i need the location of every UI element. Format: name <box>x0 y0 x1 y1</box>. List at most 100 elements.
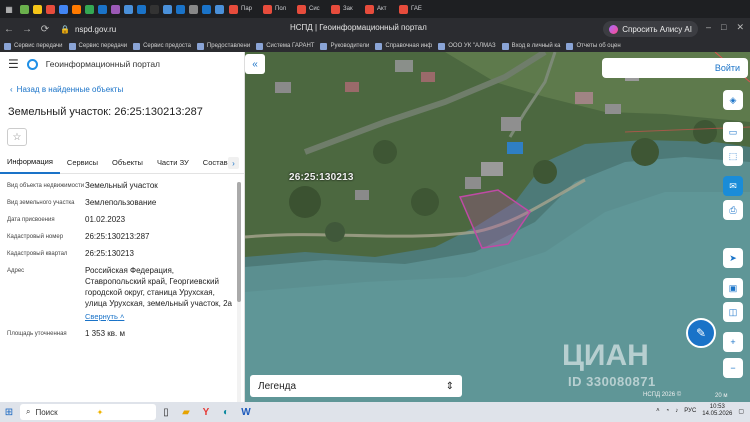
tab-info[interactable]: Информация <box>0 152 60 174</box>
taskbar-search[interactable]: ⌕ Поиск ✦ <box>20 404 156 420</box>
tab-favicon-icon <box>59 4 68 14</box>
map-copyright: НСПД 2026 © <box>643 392 682 398</box>
url-text: nspd.gov.ru <box>74 24 117 34</box>
browser-tab[interactable] <box>83 2 96 16</box>
tabs-next-icon[interactable]: › <box>228 157 239 169</box>
browser-tab[interactable]: Сис <box>294 2 328 16</box>
select-area-icon[interactable]: ⬚ <box>723 146 743 166</box>
chat-icon[interactable]: ✎ <box>686 318 716 348</box>
property-fields: Вид объекта недвижимости Земельный участ… <box>7 180 235 345</box>
chevron-up-tray-icon[interactable]: ˄ <box>656 408 660 414</box>
browser-tab[interactable] <box>31 2 44 16</box>
browser-tab[interactable] <box>187 2 200 16</box>
tab-parts[interactable]: Части ЗУ <box>150 152 196 174</box>
panel-scrollbar-thumb[interactable] <box>237 182 241 302</box>
yandex-browser-icon[interactable]: Y <box>196 402 216 422</box>
field-row: Площадь уточненная 1 353 кв. м <box>7 328 235 339</box>
bookmark-item[interactable]: Сервис передачи <box>4 42 63 50</box>
tab-favicon-icon <box>215 4 224 14</box>
collapse-link[interactable]: Свернуть ˄ <box>85 311 124 322</box>
browser-tab[interactable]: Зак <box>328 2 362 16</box>
bookmark-item[interactable]: Предоставлени <box>196 42 250 50</box>
language-indicator[interactable]: РУС <box>684 408 696 414</box>
bookmark-item[interactable]: Справочная инф <box>375 42 432 50</box>
panel-header: ☰ Геоинформационный портал <box>0 52 244 76</box>
bookmark-icon <box>68 42 76 50</box>
browser-tab[interactable]: ГАЕ <box>396 2 430 16</box>
tab-services[interactable]: Сервисы <box>60 152 105 174</box>
field-value: 1 353 кв. м <box>85 329 125 338</box>
alice-button[interactable]: Спросить Алису AI <box>603 21 698 37</box>
task-view-icon[interactable]: ▯ <box>156 402 176 422</box>
bookmark-item[interactable]: Отчеты об оцен <box>566 42 621 50</box>
chevron-left-icon: ‹ <box>10 85 13 94</box>
address-value: Российская Федерация, Ставропольский кра… <box>85 266 232 308</box>
collapse-panel-icon[interactable]: « <box>245 54 265 74</box>
browser-tab[interactable]: Пар <box>226 2 260 16</box>
browser-tab[interactable] <box>161 2 174 16</box>
watermark-logo: ЦИАН <box>562 339 649 372</box>
zoom-in-icon[interactable]: + <box>723 332 743 352</box>
reload-icon[interactable]: ⟳ <box>36 24 54 35</box>
maximize-icon[interactable]: □ <box>721 22 726 33</box>
tab-favicon-icon <box>111 4 120 14</box>
tab-objects[interactable]: Объекты <box>105 152 150 174</box>
browser-tab[interactable] <box>135 2 148 16</box>
browser-tab[interactable] <box>122 2 135 16</box>
bookmark-item[interactable]: Сервис предоста <box>133 42 191 50</box>
browser-tab[interactable] <box>57 2 70 16</box>
clock[interactable]: 10:53 14.05.2026 <box>702 404 732 418</box>
bookmark-item[interactable]: Руководители <box>320 42 369 50</box>
zoom-out-icon[interactable]: − <box>723 358 743 378</box>
browser-tab[interactable] <box>96 2 109 16</box>
windows-start-icon[interactable]: ⊞ <box>0 402 18 422</box>
notifications-icon[interactable]: ▢ <box>738 408 744 415</box>
bookmark-item[interactable]: ООО УК "АЛМАЗ <box>438 42 496 50</box>
basemap-icon[interactable]: ▣ <box>723 278 743 298</box>
tab-favicon-icon <box>150 4 159 14</box>
bookmark-item[interactable]: Сервис передачи <box>68 42 127 50</box>
volume-icon[interactable]: ♪ <box>675 408 678 414</box>
favorite-star-icon[interactable]: ☆ <box>7 128 27 146</box>
url-field[interactable]: 🔒 nspd.gov.ru <box>60 25 116 34</box>
browser-tab[interactable] <box>200 2 213 16</box>
map-scale: 20 м <box>715 393 728 399</box>
tab-favicon-icon <box>124 4 133 14</box>
tab-favicon-icon <box>98 4 107 14</box>
browser-tab[interactable] <box>44 2 57 16</box>
back-to-results-link[interactable]: ‹ Назад в найденные объекты <box>10 85 123 94</box>
feedback-icon[interactable]: ✉ <box>723 176 743 196</box>
field-label: Дата присвоения <box>7 217 55 223</box>
browser-tab[interactable] <box>213 2 226 16</box>
print-icon[interactable]: ⎙ <box>723 200 743 220</box>
map-view[interactable]: 26:25:130213 « Войти ◈ ▭ ⬚ ✉ ⎙ ➤ ▣ ◫ + −… <box>245 52 750 402</box>
network-icon[interactable]: ◔ <box>666 408 670 414</box>
minimap-icon[interactable]: ◫ <box>723 302 743 322</box>
field-label: Адрес <box>7 268 25 274</box>
word-icon[interactable]: W <box>236 402 256 422</box>
bookmark-icon <box>133 42 141 50</box>
layers-icon[interactable]: ◈ <box>723 90 743 110</box>
close-icon[interactable]: ✕ <box>736 22 744 33</box>
geolocate-icon[interactable]: ➤ <box>723 248 743 268</box>
browser-tab[interactable] <box>18 2 31 16</box>
browser-tab[interactable]: Акт <box>362 2 396 16</box>
browser-tab[interactable]: Пол <box>260 2 294 16</box>
tab-grid-icon[interactable]: ▦ <box>0 0 18 18</box>
file-explorer-icon[interactable]: ▰ <box>176 402 196 422</box>
minimize-icon[interactable]: – <box>706 22 711 33</box>
legend-select[interactable]: Легенда ⇕ <box>250 375 462 397</box>
field-value-block: Российская Федерация, Ставропольский кра… <box>85 265 235 322</box>
browser-tab[interactable] <box>174 2 187 16</box>
browser-tab[interactable] <box>70 2 83 16</box>
menu-icon[interactable]: ☰ <box>8 57 19 71</box>
login-button[interactable]: Войти <box>602 58 748 78</box>
browser-tab[interactable] <box>148 2 161 16</box>
browser-tab[interactable] <box>109 2 122 16</box>
edge-icon[interactable]: ◐ <box>216 402 236 422</box>
back-icon[interactable]: ← <box>0 24 18 35</box>
bookmark-item[interactable]: Вход в личный ка <box>501 42 560 50</box>
forward-icon[interactable]: → <box>18 24 36 35</box>
bookmark-item[interactable]: Система ГАРАНТ <box>256 42 314 50</box>
measure-icon[interactable]: ▭ <box>723 122 743 142</box>
